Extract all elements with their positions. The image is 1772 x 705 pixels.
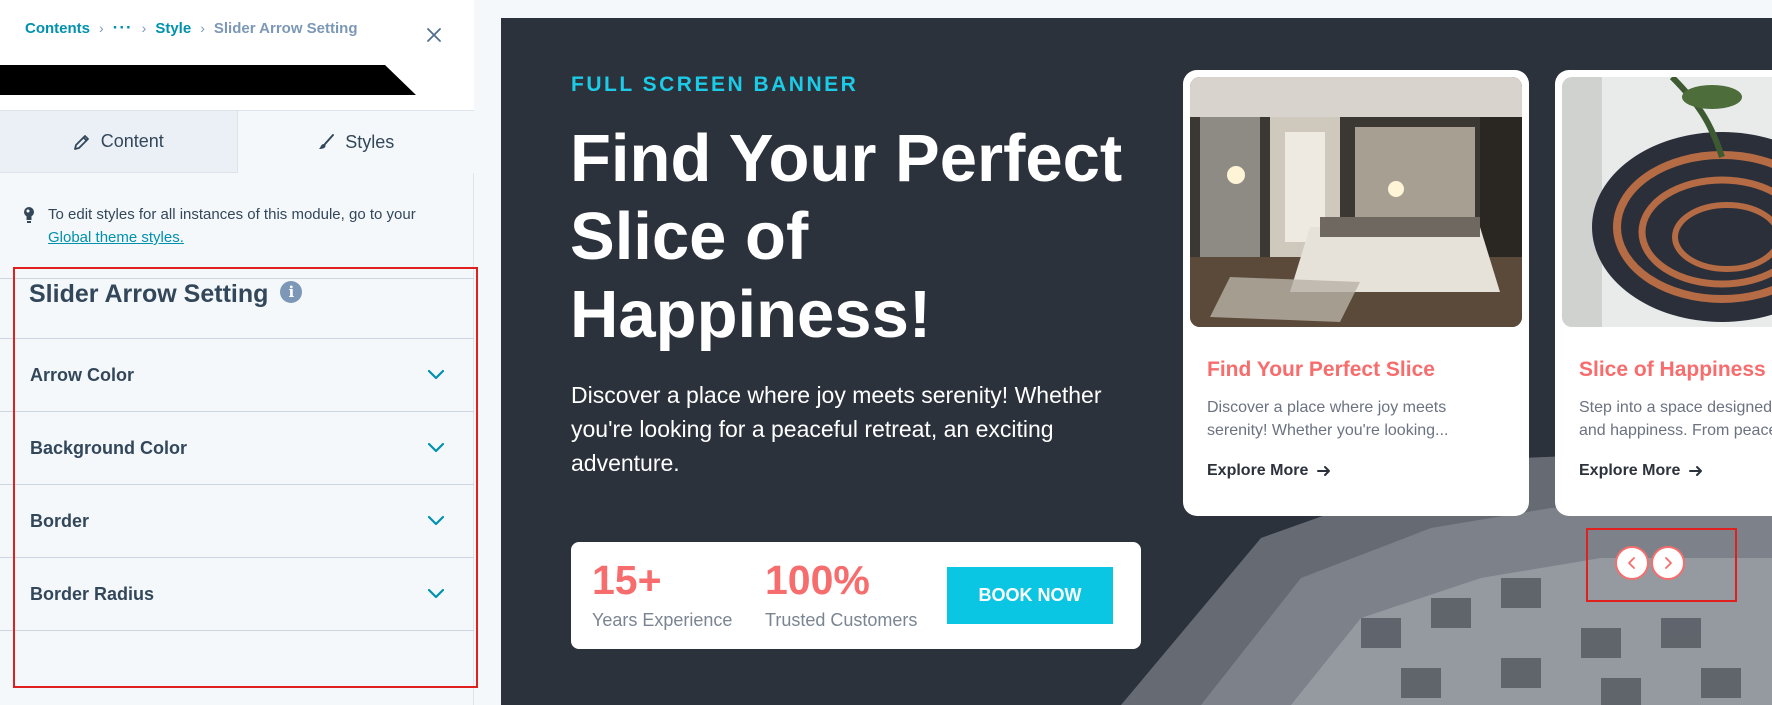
redacted-module-name bbox=[0, 65, 416, 95]
note-body: To edit styles for all instances of this… bbox=[48, 206, 416, 223]
tab-styles[interactable]: Styles bbox=[237, 111, 474, 173]
slider-card[interactable]: Slice of Happiness Step into a space des… bbox=[1555, 70, 1772, 516]
card-description: Discover a place where joy meets serenit… bbox=[1207, 399, 1449, 439]
breadcrumb-separator-icon: › bbox=[99, 20, 104, 36]
global-styles-note: To edit styles for all instances of this… bbox=[22, 203, 442, 249]
breadcrumb-separator-icon: › bbox=[141, 20, 147, 36]
explore-more-label: Explore More bbox=[1207, 462, 1309, 479]
explore-more-link[interactable]: Explore More bbox=[1207, 462, 1331, 480]
panel-header: Contents › ··· › Style › Slider Arrow Se… bbox=[0, 0, 474, 111]
slider-next-button[interactable] bbox=[1651, 546, 1685, 580]
card-title: Slice of Happiness bbox=[1579, 358, 1766, 381]
banner-description: Discover a place where joy meets serenit… bbox=[571, 382, 1102, 476]
explore-more-label: Explore More bbox=[1579, 462, 1681, 479]
slider-card[interactable]: Find Your Perfect Slice Discover a place… bbox=[1183, 70, 1529, 516]
explore-more-link[interactable]: Explore More bbox=[1579, 462, 1703, 480]
card-title: Find Your Perfect Slice bbox=[1207, 358, 1435, 381]
stats-bar: 15+ Years Experience 100% Trusted Custom… bbox=[571, 542, 1141, 649]
pencil-icon bbox=[73, 134, 89, 150]
stat-label: Trusted Customers bbox=[765, 610, 918, 630]
breadcrumb: Contents › ··· › Style › Slider Arrow Se… bbox=[25, 18, 358, 38]
note-text: To edit styles for all instances of this… bbox=[48, 203, 442, 249]
stat-value: 100% bbox=[765, 557, 870, 603]
highlight-box bbox=[13, 267, 478, 688]
stat-years: 15+ Years Experience bbox=[592, 554, 732, 631]
banner-preview: FULL SCREEN BANNER Find Your Perfect Sli… bbox=[501, 18, 1772, 705]
brush-icon bbox=[319, 134, 335, 149]
stat-label: Years Experience bbox=[592, 610, 733, 630]
arrow-right-icon bbox=[1689, 466, 1703, 476]
lightbulb-icon bbox=[24, 207, 34, 223]
slider-prev-button[interactable] bbox=[1615, 546, 1649, 580]
breadcrumb-current: Slider Arrow Setting bbox=[213, 19, 358, 37]
stat-customers: 100% Trusted Customers bbox=[765, 554, 917, 631]
banner-headline: Find Your Perfect Slice of Happiness! bbox=[570, 121, 1123, 352]
chevron-right-icon bbox=[1665, 557, 1672, 569]
breadcrumb-ellipsis-button[interactable]: ··· bbox=[113, 18, 133, 38]
close-icon[interactable] bbox=[425, 26, 443, 44]
breadcrumb-contents-link[interactable]: Contents bbox=[25, 20, 90, 37]
book-now-button[interactable]: BOOK NOW bbox=[947, 567, 1113, 624]
chevron-left-icon bbox=[1628, 557, 1635, 569]
tab-content-label: Content bbox=[100, 131, 164, 151]
global-theme-styles-link[interactable]: Global theme styles. bbox=[48, 229, 184, 246]
stat-value: 15+ bbox=[592, 557, 662, 603]
panel-tabs: Content Styles bbox=[0, 111, 474, 173]
arrow-right-icon bbox=[1317, 466, 1331, 476]
breadcrumb-style-link[interactable]: Style bbox=[155, 20, 191, 37]
breadcrumb-separator-icon: › bbox=[200, 20, 205, 36]
tab-styles-label: Styles bbox=[345, 131, 395, 152]
tab-content[interactable]: Content bbox=[0, 111, 238, 173]
style-editor-panel: Contents › ··· › Style › Slider Arrow Se… bbox=[0, 0, 478, 705]
chair-image bbox=[1562, 77, 1772, 327]
banner-kicker: FULL SCREEN BANNER bbox=[571, 73, 859, 96]
card-description: Step into a space designed for comfort a… bbox=[1579, 399, 1772, 439]
bedroom-image bbox=[1190, 77, 1522, 327]
